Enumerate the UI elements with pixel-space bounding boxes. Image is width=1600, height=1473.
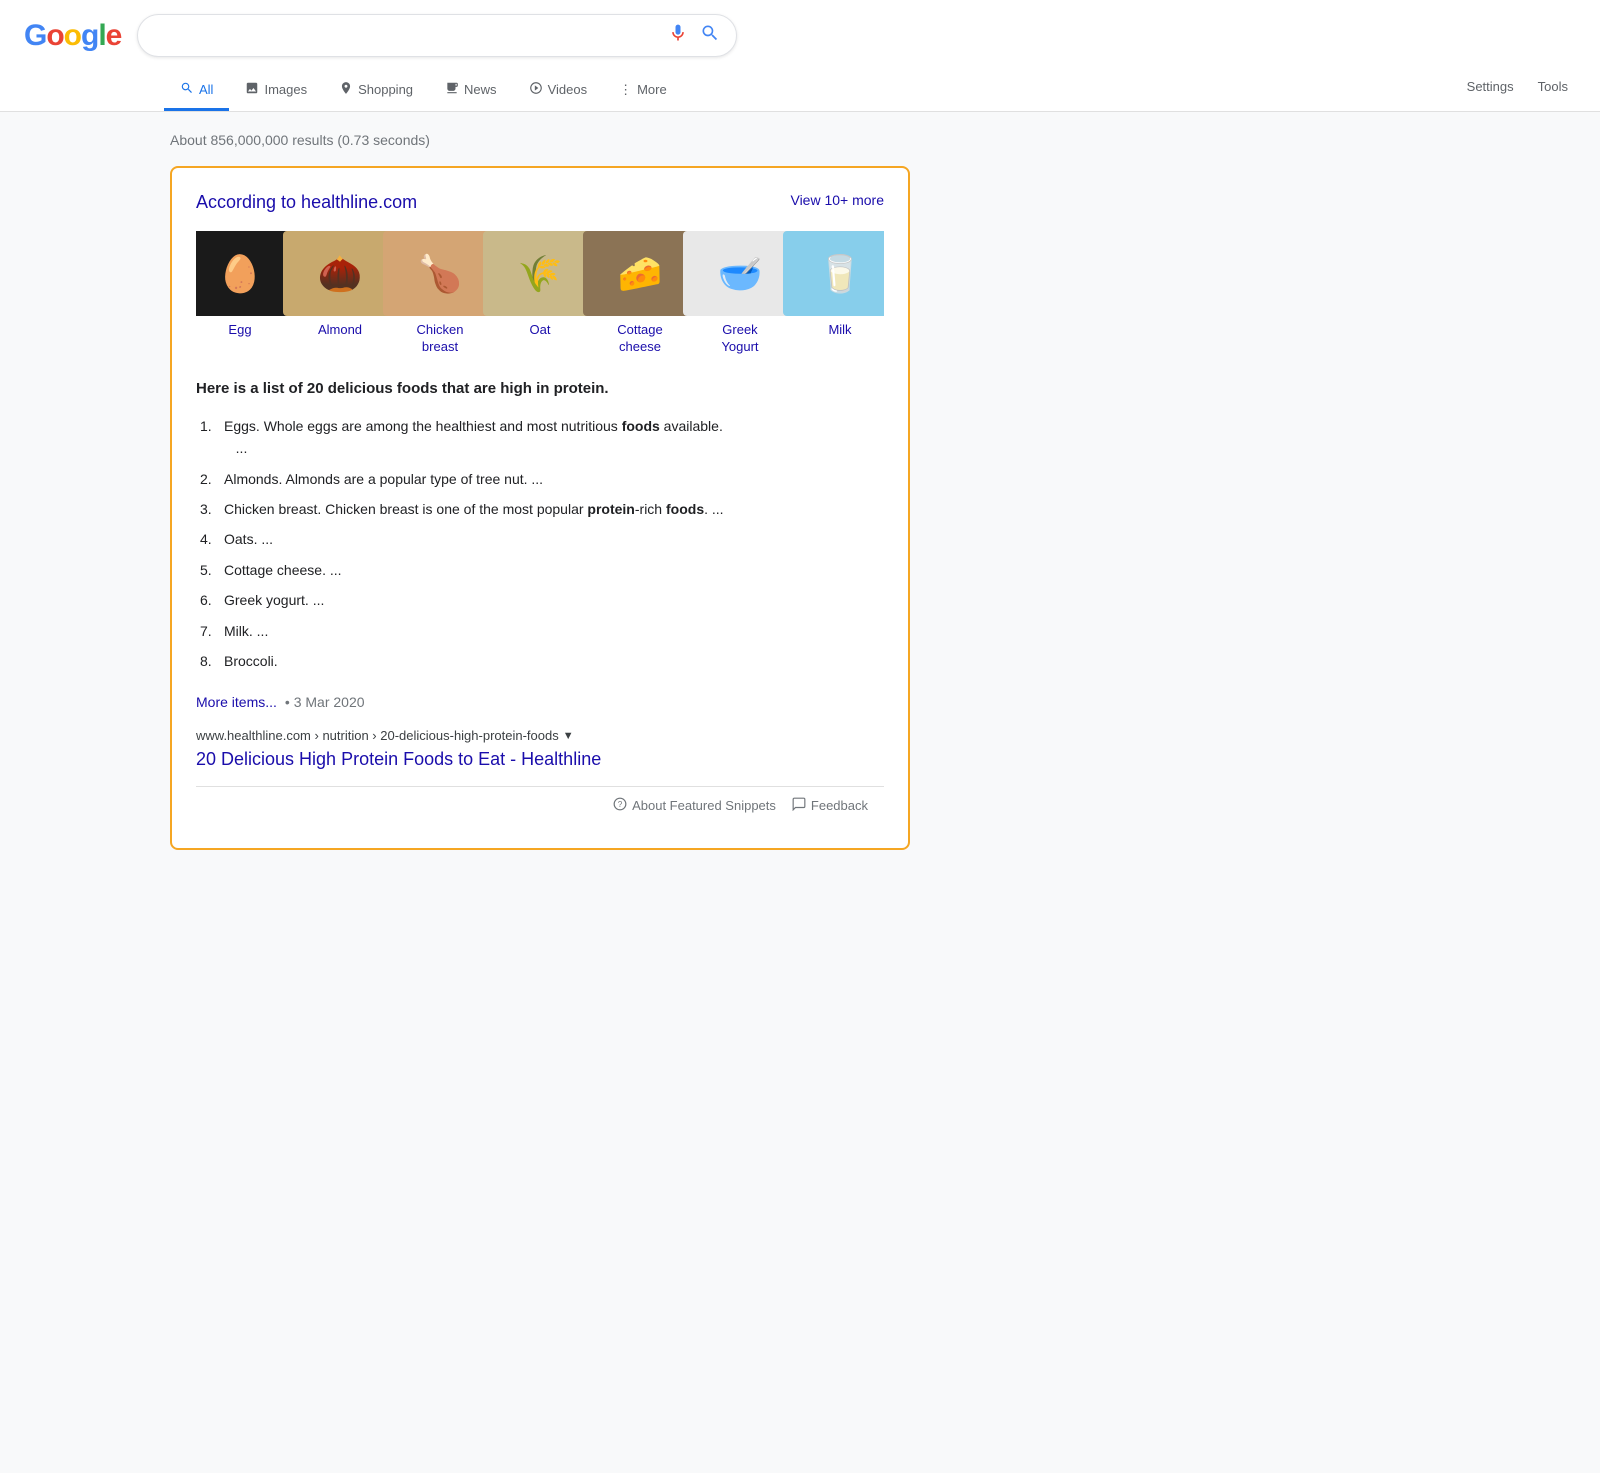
more-items-link[interactable]: More items... xyxy=(196,694,277,710)
food-label-oat: Oat xyxy=(530,322,551,339)
snippet-title-link[interactable]: 20 Delicious High Protein Foods to Eat -… xyxy=(196,749,601,769)
question-mark-icon: ? xyxy=(613,797,627,814)
food-item-milk[interactable]: 🥛 Milk xyxy=(796,231,884,356)
food-images-row: 🥚 Egg 🌰 Almond 🍗 Chickenbreast xyxy=(196,231,884,356)
all-search-icon xyxy=(180,81,194,98)
tab-news[interactable]: News xyxy=(429,71,513,111)
news-icon xyxy=(445,81,459,98)
settings-link[interactable]: Settings xyxy=(1459,75,1522,98)
food-label-milk: Milk xyxy=(828,322,851,339)
tools-link[interactable]: Tools xyxy=(1530,75,1576,98)
feedback-icon xyxy=(792,797,806,814)
food-image-chicken: 🍗 xyxy=(383,231,498,316)
list-item: 6. Greek yogurt. ... xyxy=(196,585,884,615)
logo-letter-g2: g xyxy=(81,19,98,52)
list-num-1: 1. xyxy=(200,415,212,437)
logo-letter-o2: o xyxy=(64,19,81,52)
snippet-source[interactable]: According to healthline.com xyxy=(196,192,417,213)
food-item-egg[interactable]: 🥚 Egg xyxy=(196,231,284,356)
tab-videos[interactable]: Videos xyxy=(513,71,604,111)
page-wrapper: Google best protein foods xyxy=(0,0,1600,870)
list-num-8: 8. xyxy=(200,650,212,672)
food-label-cottage: Cottagecheese xyxy=(617,322,663,356)
food-image-almond: 🌰 xyxy=(283,231,398,316)
list-item: 4. Oats. ... xyxy=(196,524,884,554)
svg-text:?: ? xyxy=(618,800,623,809)
shopping-icon xyxy=(339,81,353,98)
nav-tabs: All Images Shopping xyxy=(24,71,1576,111)
list-num-5: 5. xyxy=(200,559,212,581)
search-bar: best protein foods xyxy=(137,14,737,57)
featured-snippet: According to healthline.com View 10+ mor… xyxy=(170,166,910,850)
bottom-bar: ? About Featured Snippets Feedback xyxy=(196,786,884,824)
food-label-almond: Almond xyxy=(318,322,362,339)
food-image-oat: 🌾 xyxy=(483,231,598,316)
tab-more[interactable]: ⋮ More xyxy=(603,72,683,111)
food-item-oat[interactable]: 🌾 Oat xyxy=(496,231,584,356)
list-item: 8. Broccoli. xyxy=(196,646,884,676)
list-item: 1. Eggs. Whole eggs are among the health… xyxy=(196,411,884,464)
list-num-2: 2. xyxy=(200,468,212,490)
tab-images-label: Images xyxy=(264,82,307,97)
about-snippets[interactable]: ? About Featured Snippets xyxy=(613,797,776,814)
tab-shopping-label: Shopping xyxy=(358,82,413,97)
food-label-egg: Egg xyxy=(228,322,251,339)
snippet-url-row: www.healthline.com › nutrition › 20-deli… xyxy=(196,728,884,743)
microphone-icon[interactable] xyxy=(668,23,688,48)
tab-all[interactable]: All xyxy=(164,71,229,111)
results-count: About 856,000,000 results (0.73 seconds) xyxy=(170,132,1430,148)
header-top: Google best protein foods xyxy=(24,14,1576,71)
list-item: 3. Chicken breast. Chicken breast is one… xyxy=(196,494,884,524)
main-content: About 856,000,000 results (0.73 seconds)… xyxy=(0,112,1600,870)
feedback-label: Feedback xyxy=(811,798,868,813)
food-label-yogurt: GreekYogurt xyxy=(721,322,758,356)
food-item-chicken[interactable]: 🍗 Chickenbreast xyxy=(396,231,484,356)
list-num-7: 7. xyxy=(200,620,212,642)
more-dots-icon: ⋮ xyxy=(619,82,632,98)
feedback-button[interactable]: Feedback xyxy=(792,797,868,814)
view-more-link[interactable]: View 10+ more xyxy=(790,192,884,208)
food-label-chicken: Chickenbreast xyxy=(417,322,464,356)
videos-icon xyxy=(529,81,543,98)
food-image-yogurt: 🥣 xyxy=(683,231,798,316)
tab-all-label: All xyxy=(199,82,213,97)
logo-letter-e: e xyxy=(106,19,122,52)
images-icon xyxy=(245,81,259,98)
logo-letter-o1: o xyxy=(46,19,63,52)
list-num-6: 6. xyxy=(200,589,212,611)
list-item: 2. Almonds. Almonds are a popular type o… xyxy=(196,464,884,494)
snippet-header: According to healthline.com View 10+ mor… xyxy=(196,192,884,213)
tab-shopping[interactable]: Shopping xyxy=(323,71,429,111)
list-num-3: 3. xyxy=(200,498,212,520)
food-item-cottage[interactable]: 🧀 Cottagecheese xyxy=(596,231,684,356)
dropdown-arrow-icon[interactable]: ▼ xyxy=(563,730,574,742)
food-item-almond[interactable]: 🌰 Almond xyxy=(296,231,384,356)
list-item: 5. Cottage cheese. ... xyxy=(196,555,884,585)
tab-news-label: News xyxy=(464,82,497,97)
header: Google best protein foods xyxy=(0,0,1600,112)
snippet-list: 1. Eggs. Whole eggs are among the health… xyxy=(196,411,884,677)
about-snippets-label: About Featured Snippets xyxy=(632,798,776,813)
search-button-icon[interactable] xyxy=(700,23,720,48)
tab-more-label: More xyxy=(637,82,667,97)
search-icons xyxy=(668,23,720,48)
food-image-cottage: 🧀 xyxy=(583,231,698,316)
tab-videos-label: Videos xyxy=(548,82,588,97)
logo-letter-g: G xyxy=(24,19,46,52)
food-item-yogurt[interactable]: 🥣 GreekYogurt xyxy=(696,231,784,356)
snippet-footer: More items... • 3 Mar 2020 xyxy=(196,694,884,710)
logo-letter-l: l xyxy=(98,19,105,52)
nav-right: Settings Tools xyxy=(1459,75,1576,108)
snippet-date: • 3 Mar 2020 xyxy=(285,694,365,710)
snippet-url-text: www.healthline.com › nutrition › 20-deli… xyxy=(196,728,559,743)
food-image-milk: 🥛 xyxy=(783,231,885,316)
list-item: 7. Milk. ... xyxy=(196,616,884,646)
search-input[interactable]: best protein foods xyxy=(154,27,668,45)
snippet-heading: Here is a list of 20 delicious foods tha… xyxy=(196,380,884,397)
tab-images[interactable]: Images xyxy=(229,71,323,111)
list-num-4: 4. xyxy=(200,528,212,550)
google-logo: Google xyxy=(24,19,121,53)
